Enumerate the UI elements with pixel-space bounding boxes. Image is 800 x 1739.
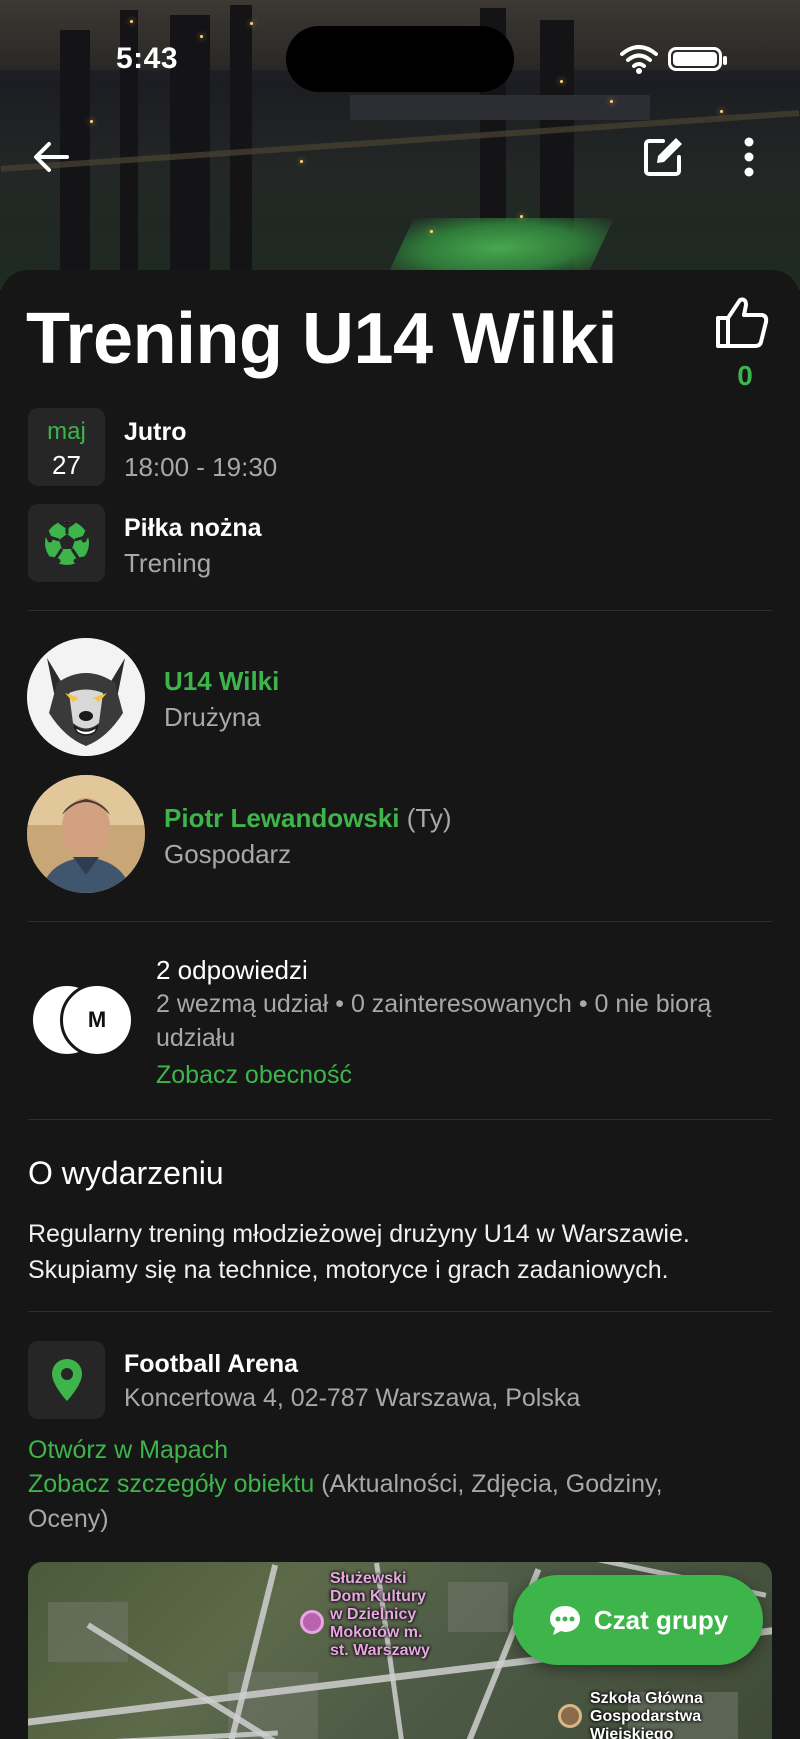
host-suffix: (Ty) xyxy=(406,803,452,833)
date-badge: maj 27 xyxy=(28,408,105,486)
time-range: 18:00 - 19:30 xyxy=(124,452,278,482)
wolf-logo-icon xyxy=(27,638,145,756)
more-vertical-icon xyxy=(744,137,754,177)
open-in-maps-link[interactable]: Otwórz w Mapach xyxy=(28,1436,228,1465)
wifi-icon xyxy=(620,45,658,74)
see-attendance-link[interactable]: Zobacz obecność xyxy=(156,1061,352,1090)
chat-bubble-icon xyxy=(549,1606,580,1635)
sport-badge xyxy=(28,504,105,582)
about-heading: O wydarzeniu xyxy=(28,1155,224,1191)
like-count: 0 xyxy=(737,360,753,391)
dynamic-island xyxy=(286,26,514,92)
divider xyxy=(28,1311,772,1312)
venue-details-extra-cont: Oceny) xyxy=(28,1505,109,1533)
event-title: Trening U14 Wilki xyxy=(26,299,617,379)
date-label: Jutro xyxy=(124,418,187,446)
venue-details-link[interactable]: Zobacz szczegóły obiektu xyxy=(28,1470,314,1498)
thumbs-up-icon xyxy=(716,297,769,348)
responses-summary-cont: udziału xyxy=(156,1024,236,1052)
divider xyxy=(28,921,772,922)
poi-marker-icon xyxy=(300,1610,324,1634)
event-type: Trening xyxy=(124,548,212,578)
venue-details-line: Zobacz szczegóły obiektu (Aktualności, Z… xyxy=(28,1470,663,1499)
host-name[interactable]: Piotr Lewandowski xyxy=(164,803,400,833)
host-line: Piotr Lewandowski (Ty) xyxy=(164,803,452,834)
response-avatars[interactable]: M xyxy=(30,983,140,1057)
like-button[interactable] xyxy=(714,296,774,352)
status-bar: 5:43 xyxy=(0,0,800,100)
location-badge xyxy=(28,1341,105,1419)
person-photo xyxy=(27,775,145,893)
divider xyxy=(28,610,772,611)
map-pin-icon xyxy=(51,1359,82,1401)
response-avatar: M xyxy=(60,983,134,1057)
venue-name: Football Arena xyxy=(124,1350,299,1378)
group-chat-label: Czat grupy xyxy=(593,1604,729,1635)
more-options-button[interactable] xyxy=(724,132,774,182)
divider xyxy=(28,1119,772,1120)
poi-label-culture: Służewski Dom Kultury w Dzielnicy Mokotó… xyxy=(330,1570,430,1659)
group-chat-button[interactable]: Czat grupy xyxy=(513,1575,763,1665)
responses-summary: 2 wezmą udział • 0 zainteresowanych • 0 … xyxy=(156,990,712,1018)
venue-details-extra: (Aktualności, Zdjęcia, Godziny, xyxy=(321,1470,663,1498)
battery-icon xyxy=(668,47,727,71)
school-marker-icon xyxy=(558,1704,582,1728)
date-month: maj xyxy=(47,418,86,445)
edit-button[interactable] xyxy=(638,132,688,182)
team-role: Drużyna xyxy=(164,702,261,732)
edit-icon xyxy=(644,138,682,176)
venue-address: Koncertowa 4, 02-787 Warszawa, Polska xyxy=(124,1384,581,1412)
host-avatar[interactable] xyxy=(27,775,145,893)
back-button[interactable] xyxy=(26,132,76,182)
status-time: 5:43 xyxy=(116,42,179,75)
team-name[interactable]: U14 Wilki xyxy=(164,666,279,697)
response-avatar-initial: M xyxy=(87,1007,107,1032)
team-avatar[interactable] xyxy=(27,638,145,756)
arrow-left-icon xyxy=(34,142,69,172)
responses-count: 2 odpowiedzi xyxy=(156,955,308,985)
date-day: 27 xyxy=(52,450,81,480)
about-text: Regularny trening młodzieżowej drużyny U… xyxy=(28,1220,690,1284)
poi-label-school: Szkoła Główna Gospodarstwa Wiejskiego xyxy=(590,1690,703,1739)
soccer-ball-icon xyxy=(44,519,89,565)
host-role: Gospodarz xyxy=(164,839,292,869)
sport-name: Piłka nożna xyxy=(124,514,262,542)
